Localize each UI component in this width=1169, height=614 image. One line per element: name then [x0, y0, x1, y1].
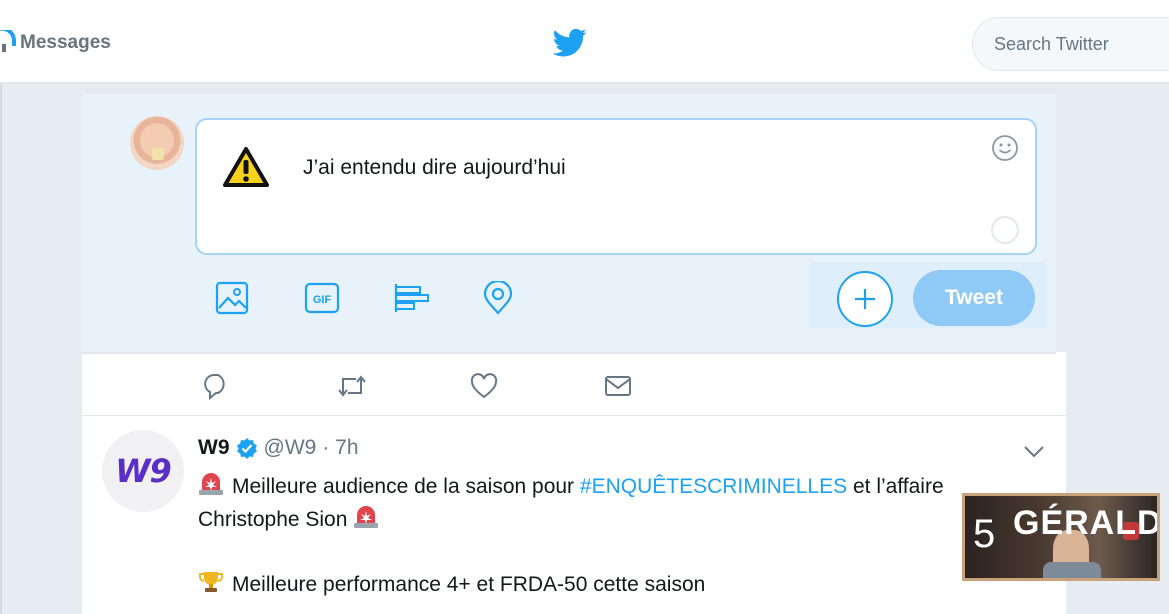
compose-toolbar: GIF [215, 280, 571, 316]
timeline: W9 W9 @W9 · 7h Meilleure audience de la … [82, 352, 1066, 614]
tweet-line-3-text: Meilleure performance 4+ et FRDA-50 cett… [232, 573, 706, 596]
tweet-handle[interactable]: @W9 [264, 436, 317, 460]
tweet-line-1-text: Meilleure audience de la saison pour [232, 475, 580, 498]
reply-icon [204, 374, 225, 400]
verified-badge-icon [236, 438, 257, 459]
location-icon [483, 281, 513, 315]
video-overlay: 5 GÉRALD [962, 493, 1160, 581]
tweet-line-2: Christophe Sion [198, 503, 1058, 536]
plus-icon [855, 289, 875, 309]
tweet-actions [202, 372, 738, 400]
poll-icon [394, 284, 429, 312]
tweet-text[interactable]: J’ai entendu dire aujourd’hui [303, 156, 566, 180]
retweet-icon [338, 375, 366, 397]
overlay-title: GÉRALD [1013, 504, 1160, 542]
divider [82, 352, 1056, 354]
messages-icon [0, 30, 16, 52]
like-icon [470, 373, 498, 399]
tweet-line-3: Meilleure performance 4+ et FRDA-50 cett… [198, 568, 1058, 601]
divider [82, 415, 1066, 416]
page-edge [0, 84, 2, 614]
warning-emoji-icon [223, 147, 269, 187]
twitter-logo-icon[interactable] [553, 28, 587, 58]
tweet-editor[interactable]: J’ai entendu dire aujourd’hui [195, 118, 1037, 255]
dm-icon [605, 376, 631, 396]
retweet-button[interactable] [336, 372, 470, 400]
tweet-header: W9 @W9 · 7h [198, 436, 359, 460]
search-input[interactable] [994, 34, 1169, 55]
hashtag-link[interactable]: #ENQUÊTESCRIMINELLES [580, 475, 847, 498]
messages-label: Messages [20, 32, 111, 53]
w9-logo: W9 [115, 452, 172, 490]
add-thread-button[interactable] [837, 271, 893, 327]
add-gif-button[interactable]: GIF [304, 280, 393, 316]
tweet-line-1-suffix: et l’affaire [847, 475, 944, 498]
tweet-body: Meilleure audience de la saison pour #EN… [198, 470, 1058, 601]
character-counter [991, 216, 1019, 244]
user-avatar[interactable] [130, 116, 184, 170]
search-field[interactable] [972, 17, 1169, 71]
gif-label: GIF [313, 294, 332, 306]
compose-tweet-box: J’ai entendu dire aujourd’hui GIF Tweet [82, 94, 1056, 352]
direct-message-button[interactable] [604, 372, 738, 400]
trophy-emoji-icon [199, 572, 223, 592]
messages-nav[interactable]: Messages [0, 30, 111, 56]
police-light-emoji-icon [354, 506, 379, 528]
reply-button[interactable] [202, 372, 336, 400]
presenter-shirt [1043, 562, 1101, 578]
chevron-down-icon[interactable] [1022, 444, 1046, 460]
police-light-emoji-icon [199, 473, 223, 495]
top-navigation-bar: Messages [0, 0, 1169, 84]
add-image-button[interactable] [215, 280, 304, 316]
tweet-line-2-text: Christophe Sion [198, 508, 348, 531]
tweet-button[interactable]: Tweet [913, 270, 1035, 326]
add-location-button[interactable] [482, 280, 571, 316]
tweet-timestamp[interactable]: · 7h [322, 436, 358, 460]
tweet-author-avatar[interactable]: W9 [102, 430, 184, 512]
tweet-line-1: Meilleure audience de la saison pour #EN… [198, 470, 1058, 503]
tweet-author-name[interactable]: W9 [198, 436, 230, 460]
add-poll-button[interactable] [393, 280, 482, 316]
gif-icon: GIF [304, 282, 340, 314]
overlay-number: 5 [973, 512, 996, 556]
emoji-picker-icon[interactable] [991, 134, 1019, 162]
like-button[interactable] [470, 372, 604, 400]
image-icon [215, 281, 249, 315]
